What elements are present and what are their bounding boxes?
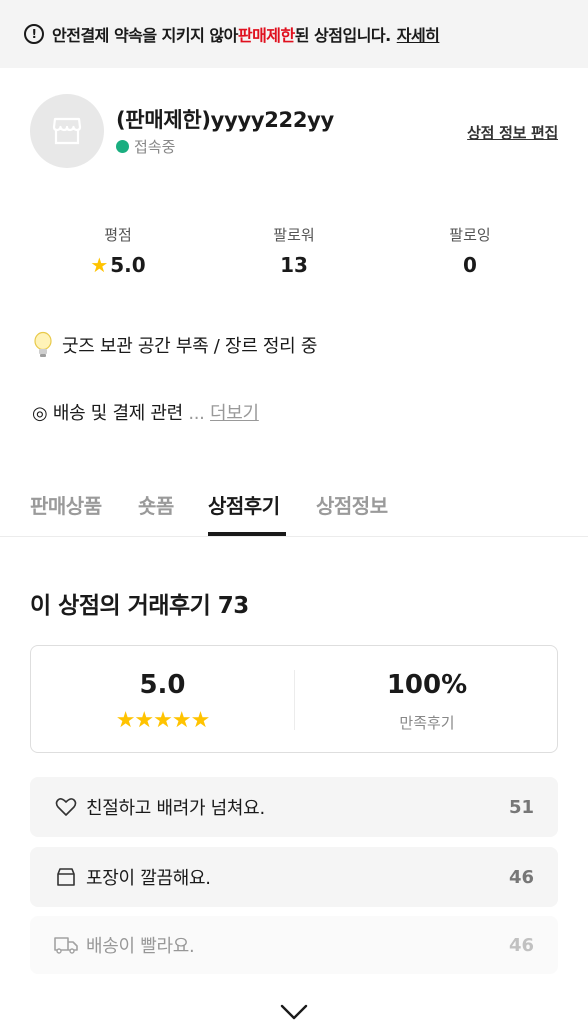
active-tab-indicator	[208, 532, 286, 536]
more-link[interactable]: 더보기	[210, 403, 259, 424]
keyword-count: 51	[508, 796, 534, 818]
stat-followers[interactable]: 팔로워 13	[206, 224, 382, 284]
heart-icon	[54, 795, 78, 819]
tab-shortform[interactable]: 숏폼	[138, 490, 174, 519]
shop-stats: 평점 ★ 5.0 팔로워 13 팔로잉 0	[30, 224, 558, 284]
lightbulb-icon	[34, 331, 52, 357]
shop-profile: (판매제한)yyyy222yy 접속중 상점 정보 편집	[30, 94, 558, 170]
store-icon	[52, 117, 82, 145]
average-score: 5.0	[139, 670, 186, 700]
stat-following[interactable]: 팔로잉 0	[382, 224, 558, 284]
banner-text-suffix: 된 상점입니다.	[294, 26, 391, 45]
stat-label: 팔로워	[273, 226, 315, 244]
review-keyword-item: 친절하고 배려가 넘쳐요. 51	[30, 777, 558, 837]
stat-label: 평점	[104, 226, 132, 244]
edit-shop-info-link[interactable]: 상점 정보 편집	[467, 122, 558, 143]
keyword-count: 46	[508, 934, 534, 956]
online-status: 접속중	[116, 136, 175, 157]
keyword-text: 포장이 깔끔해요.	[86, 868, 211, 889]
review-keyword-item: 포장이 깔끔해요. 46	[30, 847, 558, 907]
keyword-text: 친절하고 배려가 넘쳐요.	[86, 798, 265, 819]
satisfaction-percent: 100%	[386, 670, 468, 700]
tab-reviews[interactable]: 상점후기	[208, 490, 280, 519]
keyword-count: 46	[508, 866, 534, 888]
reviews-title: 이 상점의 거래후기 73	[30, 593, 249, 619]
shop-description-line2: ◎ 배송 및 결제 관련 ... 더보기	[32, 399, 259, 425]
chevron-down-icon[interactable]	[280, 1002, 308, 1022]
stat-rating: 평점 ★ 5.0	[30, 224, 206, 284]
banner-details-link[interactable]: 자세히	[397, 22, 440, 46]
shop-description-line1: 굿즈 보관 공간 부족 / 장르 정리 중	[32, 331, 317, 359]
stat-label: 팔로잉	[449, 226, 491, 244]
shop-name: (판매제한)yyyy222yy	[116, 108, 334, 132]
online-status-label: 접속중	[134, 138, 176, 156]
description-text: 굿즈 보관 공간 부족 / 장르 정리 중	[62, 336, 318, 357]
online-dot-icon	[116, 140, 129, 153]
satisfaction-label: 만족후기	[399, 714, 455, 732]
stat-value: 5.0	[110, 253, 146, 277]
box-icon	[54, 865, 78, 889]
shop-tabs: 판매상품 숏폼 상점후기 상점정보	[0, 476, 588, 537]
star-icon: ★	[90, 253, 109, 277]
stat-value: 13	[280, 253, 308, 277]
shop-avatar[interactable]	[30, 94, 104, 168]
description-text: ◎ 배송 및 결제 관련	[32, 403, 183, 424]
exclamation-circle-icon: !	[24, 24, 44, 44]
star-rating-icon: ★★★★★	[115, 708, 211, 733]
tab-products[interactable]: 판매상품	[30, 490, 102, 519]
truck-icon	[54, 933, 78, 957]
keyword-text: 배송이 빨라요.	[86, 936, 195, 957]
review-keyword-item: 배송이 빨라요. 46	[30, 916, 558, 974]
review-summary-card: 5.0 ★★★★★ 100% 만족후기	[30, 645, 558, 753]
banner-text-prefix: 안전결제 약속을 지키지 않아	[52, 26, 238, 45]
ellipsis: ...	[182, 403, 211, 424]
sales-restriction-banner: ! 안전결제 약속을 지키지 않아 판매제한 된 상점입니다. 자세히	[0, 0, 588, 68]
banner-highlight: 판매제한	[237, 26, 295, 45]
stat-value: 0	[463, 253, 477, 277]
tab-shop-info[interactable]: 상점정보	[316, 490, 388, 519]
